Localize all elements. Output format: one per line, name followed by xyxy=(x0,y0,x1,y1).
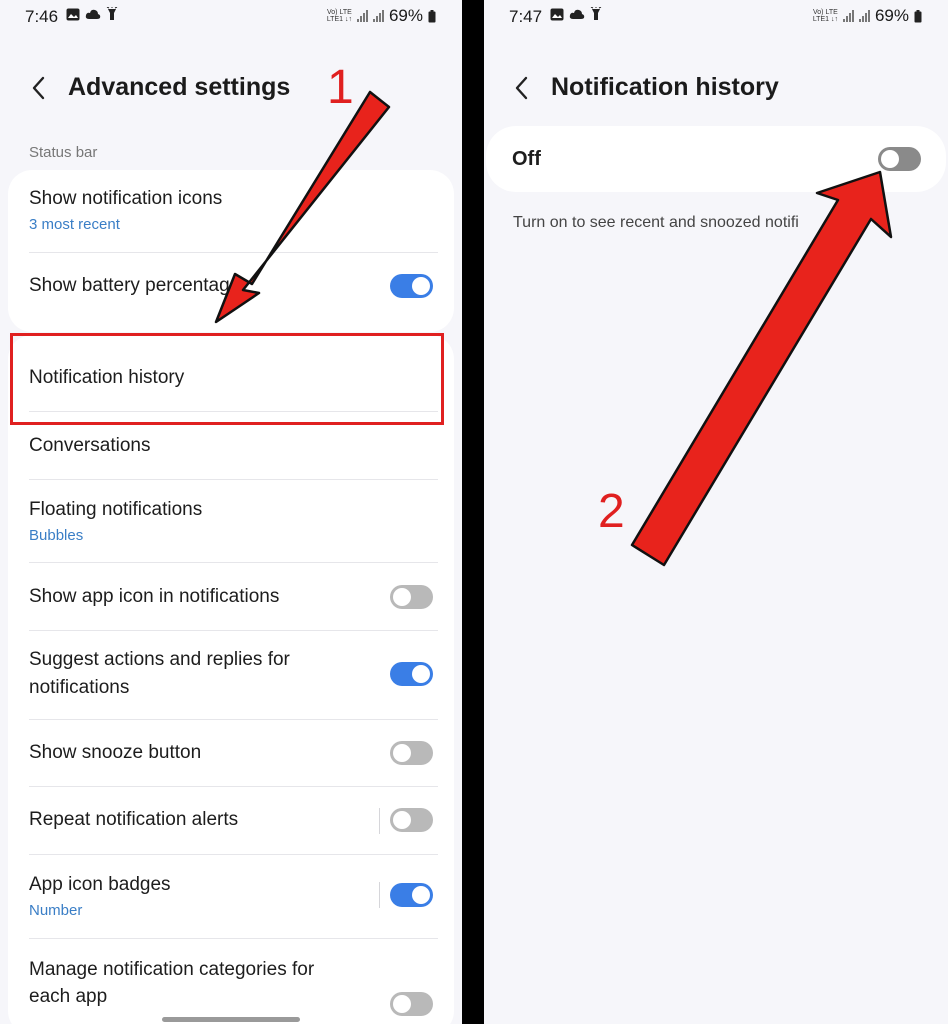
back-arrow-icon[interactable] xyxy=(511,74,533,102)
flashlight-icon xyxy=(106,7,118,20)
signal-icon xyxy=(356,10,368,22)
battery-percentage-toggle[interactable] xyxy=(390,274,433,298)
page-title: Notification history xyxy=(551,73,779,101)
master-switch-label: Off xyxy=(512,148,541,170)
setting-row-repeat-alerts[interactable]: Repeat notification alerts xyxy=(8,788,438,854)
manage-categories-toggle[interactable] xyxy=(390,992,433,1016)
divider xyxy=(29,786,438,787)
notification-history-toggle[interactable] xyxy=(878,147,921,171)
step-number-1: 1 xyxy=(327,61,354,114)
divider xyxy=(29,938,438,939)
divider xyxy=(29,719,438,720)
back-arrow-icon[interactable] xyxy=(28,74,50,102)
snooze-button-toggle[interactable] xyxy=(390,741,433,765)
app-bar: Advanced settings xyxy=(0,60,462,116)
divider xyxy=(29,479,438,480)
setting-row-floating-notifications[interactable]: Floating notifications Bubbles xyxy=(8,481,438,561)
section-label-status-bar: Status bar xyxy=(29,144,98,161)
flashlight-icon xyxy=(590,7,602,20)
signal-icon xyxy=(858,10,870,22)
setting-row-battery-percentage[interactable]: Show battery percentage xyxy=(8,254,438,320)
master-switch-card[interactable]: Off xyxy=(486,126,946,192)
app-bar: Notification history xyxy=(484,60,948,116)
page-title: Advanced settings xyxy=(68,73,291,101)
setting-row-notification-icons[interactable]: Show notification icons 3 most recent xyxy=(8,176,438,252)
status-time: 7:47 xyxy=(509,7,543,26)
app-icon-badges-toggle[interactable] xyxy=(390,883,433,907)
battery-percent: 69% xyxy=(874,6,909,25)
network-type-indicator: Vo) LTE LTE1 ↓↑ xyxy=(812,9,838,23)
network-type-indicator: Vo) LTE LTE1 ↓↑ xyxy=(326,9,352,23)
setting-row-app-icon-badges[interactable]: App icon badges Number xyxy=(8,856,438,936)
status-time: 7:46 xyxy=(25,7,59,26)
gallery-icon xyxy=(550,8,564,20)
battery-icon xyxy=(428,9,436,22)
status-bar: 7:47 Vo) LTE LTE1 ↓↑ 69% xyxy=(484,0,948,32)
divider xyxy=(29,252,438,253)
signal-icon xyxy=(842,10,854,22)
advanced-settings-screen: 7:46 Vo) LTE LTE1 ↓↑ 69% Advanced setting… xyxy=(0,0,462,1024)
battery-percent: 69% xyxy=(388,6,423,25)
highlight-box xyxy=(10,333,444,425)
setting-row-suggest-actions[interactable]: Suggest actions and replies for notifica… xyxy=(8,632,438,718)
home-indicator[interactable] xyxy=(162,1017,300,1022)
app-icon-notifications-toggle[interactable] xyxy=(390,585,433,609)
divider xyxy=(29,854,438,855)
battery-icon xyxy=(914,9,922,22)
divider xyxy=(29,562,438,563)
status-bar: 7:46 Vo) LTE LTE1 ↓↑ 69% xyxy=(0,0,462,32)
gallery-icon xyxy=(66,8,80,20)
setting-row-manage-categories[interactable]: Manage notification categories for each … xyxy=(8,940,438,1024)
cloud-icon xyxy=(569,9,585,19)
step-number-2: 2 xyxy=(598,485,625,538)
signal-icon xyxy=(372,10,384,22)
description-text: Turn on to see recent and snoozed notifi xyxy=(513,214,799,231)
notification-history-screen: 7:47 Vo) LTE LTE1 ↓↑ 69% Notification his… xyxy=(484,0,948,1024)
cloud-icon xyxy=(85,9,101,19)
setting-row-app-icon-in-notifications[interactable]: Show app icon in notifications xyxy=(8,564,438,630)
repeat-alerts-toggle[interactable] xyxy=(390,808,433,832)
divider xyxy=(29,630,438,631)
setting-row-snooze-button[interactable]: Show snooze button xyxy=(8,721,438,787)
suggest-actions-toggle[interactable] xyxy=(390,662,433,686)
